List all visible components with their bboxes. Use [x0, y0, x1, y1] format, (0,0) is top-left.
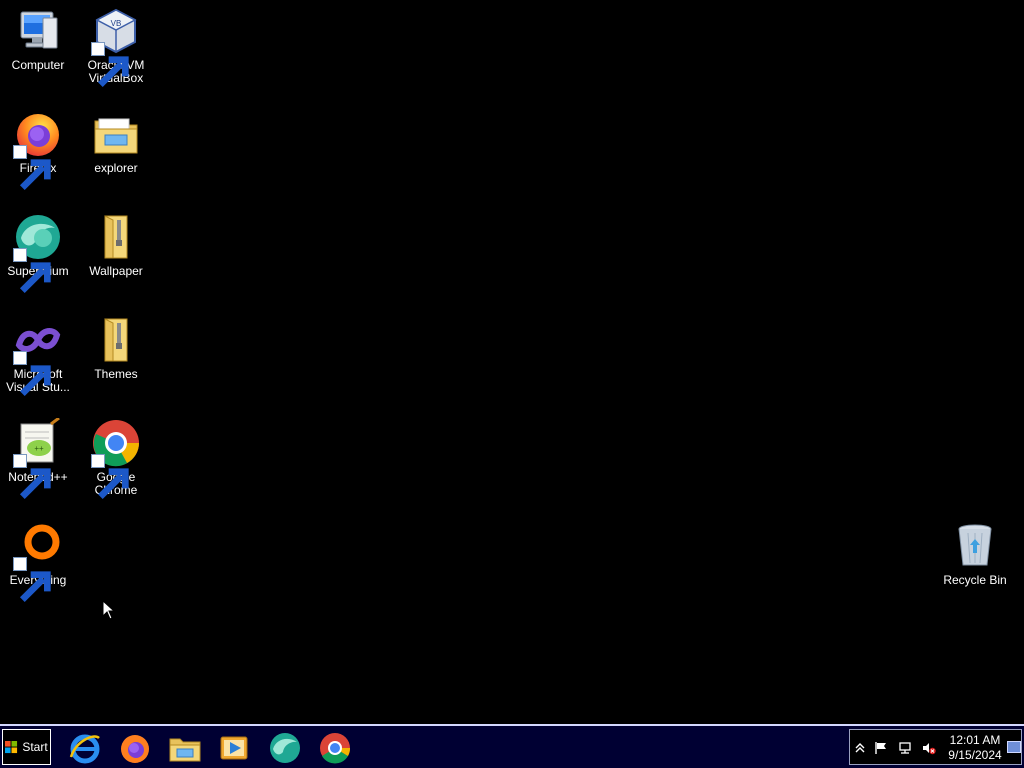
everything-search-icon: [13, 521, 63, 603]
system-tray: 12:01 AM 9/15/2024: [849, 729, 1022, 765]
mouse-cursor-icon: [102, 599, 116, 620]
desktop-icon-notepadpp[interactable]: ++ Notepad++: [0, 418, 76, 500]
desktop-icon-themes[interactable]: Themes: [78, 315, 154, 381]
shortcut-arrow-icon: [13, 145, 51, 191]
shortcut-arrow-icon: [91, 454, 129, 500]
firefox-icon: [121, 735, 149, 763]
taskbar-app-supermium[interactable]: [267, 730, 303, 766]
desktop-icon-firefox[interactable]: Firefox: [0, 109, 76, 191]
internet-explorer-icon: [69, 734, 100, 764]
file-explorer-icon: [169, 738, 201, 762]
supermium-icon: [270, 733, 300, 763]
desktop-icon-computer[interactable]: Computer: [0, 6, 76, 72]
taskbar-app-media-player[interactable]: [216, 730, 252, 766]
desktop-icon-label: Recycle Bin: [943, 573, 1007, 587]
desktop-icon-wallpaper[interactable]: Wallpaper: [78, 212, 154, 278]
taskbar-app-firefox[interactable]: [117, 730, 153, 766]
zip-folder-icon: [91, 212, 141, 262]
show-desktop-button[interactable]: [1007, 741, 1021, 753]
computer-icon: [13, 6, 63, 56]
firefox-icon: [13, 109, 63, 191]
desktop-icon-recycle-bin[interactable]: Recycle Bin: [937, 521, 1013, 587]
supermium-icon: [13, 212, 63, 294]
desktop-icon-chrome[interactable]: Google Chrome: [78, 418, 154, 500]
shortcut-arrow-icon: [91, 42, 129, 88]
shortcut-arrow-icon: [13, 557, 51, 603]
shortcut-arrow-icon: [13, 454, 51, 500]
desktop-icon-label: Computer: [11, 58, 65, 72]
start-button[interactable]: Start: [2, 729, 51, 765]
network-icon[interactable]: [898, 741, 912, 755]
desktop-icon-label: Wallpaper: [89, 264, 143, 278]
virtualbox-icon: VB: [91, 6, 141, 88]
media-player-icon: [220, 736, 248, 760]
taskbar-app-internet-explorer[interactable]: [67, 730, 103, 766]
taskbar-app-chrome[interactable]: [317, 730, 353, 766]
clock-time: 12:01 AM: [949, 733, 1001, 747]
clock-date: 9/15/2024: [948, 748, 1002, 762]
start-label: Start: [22, 740, 48, 754]
taskbar: Start 12:01 AM 9/15/2024: [0, 724, 1024, 768]
clock[interactable]: 12:01 AM 9/15/2024: [944, 733, 1006, 763]
action-center-flag-icon[interactable]: [874, 741, 888, 755]
desktop-icon-everything[interactable]: Everything: [0, 521, 76, 603]
shortcut-arrow-icon: [13, 248, 51, 294]
svg-text:VB: VB: [111, 19, 122, 28]
desktop-icon-virtualbox[interactable]: VB Oracle VM VirtualBox: [78, 6, 154, 88]
zip-folder-icon: [91, 315, 141, 365]
windows-logo-icon: [5, 740, 18, 753]
desktop: Computer VB Oracle VM VirtualBox Firefox…: [0, 0, 1024, 724]
chrome-icon: [91, 418, 141, 500]
desktop-icon-visual-studio[interactable]: Microsoft Visual Stu...: [0, 315, 76, 397]
taskbar-app-file-explorer[interactable]: [167, 730, 203, 766]
volume-muted-icon[interactable]: [922, 741, 936, 755]
desktop-icon-supermium[interactable]: Supermium: [0, 212, 76, 294]
folder-icon: [91, 109, 141, 159]
chrome-icon: [320, 733, 351, 764]
desktop-icon-label: explorer: [94, 161, 138, 175]
notepadpp-icon: ++: [13, 418, 63, 500]
show-hidden-icons-chevron-up-icon[interactable]: [853, 741, 867, 755]
svg-text:++: ++: [34, 444, 44, 453]
desktop-icon-label: Themes: [94, 367, 138, 381]
recycle-bin-icon: [950, 521, 1000, 571]
visual-studio-icon: [13, 315, 63, 397]
shortcut-arrow-icon: [13, 351, 51, 397]
desktop-icon-explorer[interactable]: explorer: [78, 109, 154, 175]
